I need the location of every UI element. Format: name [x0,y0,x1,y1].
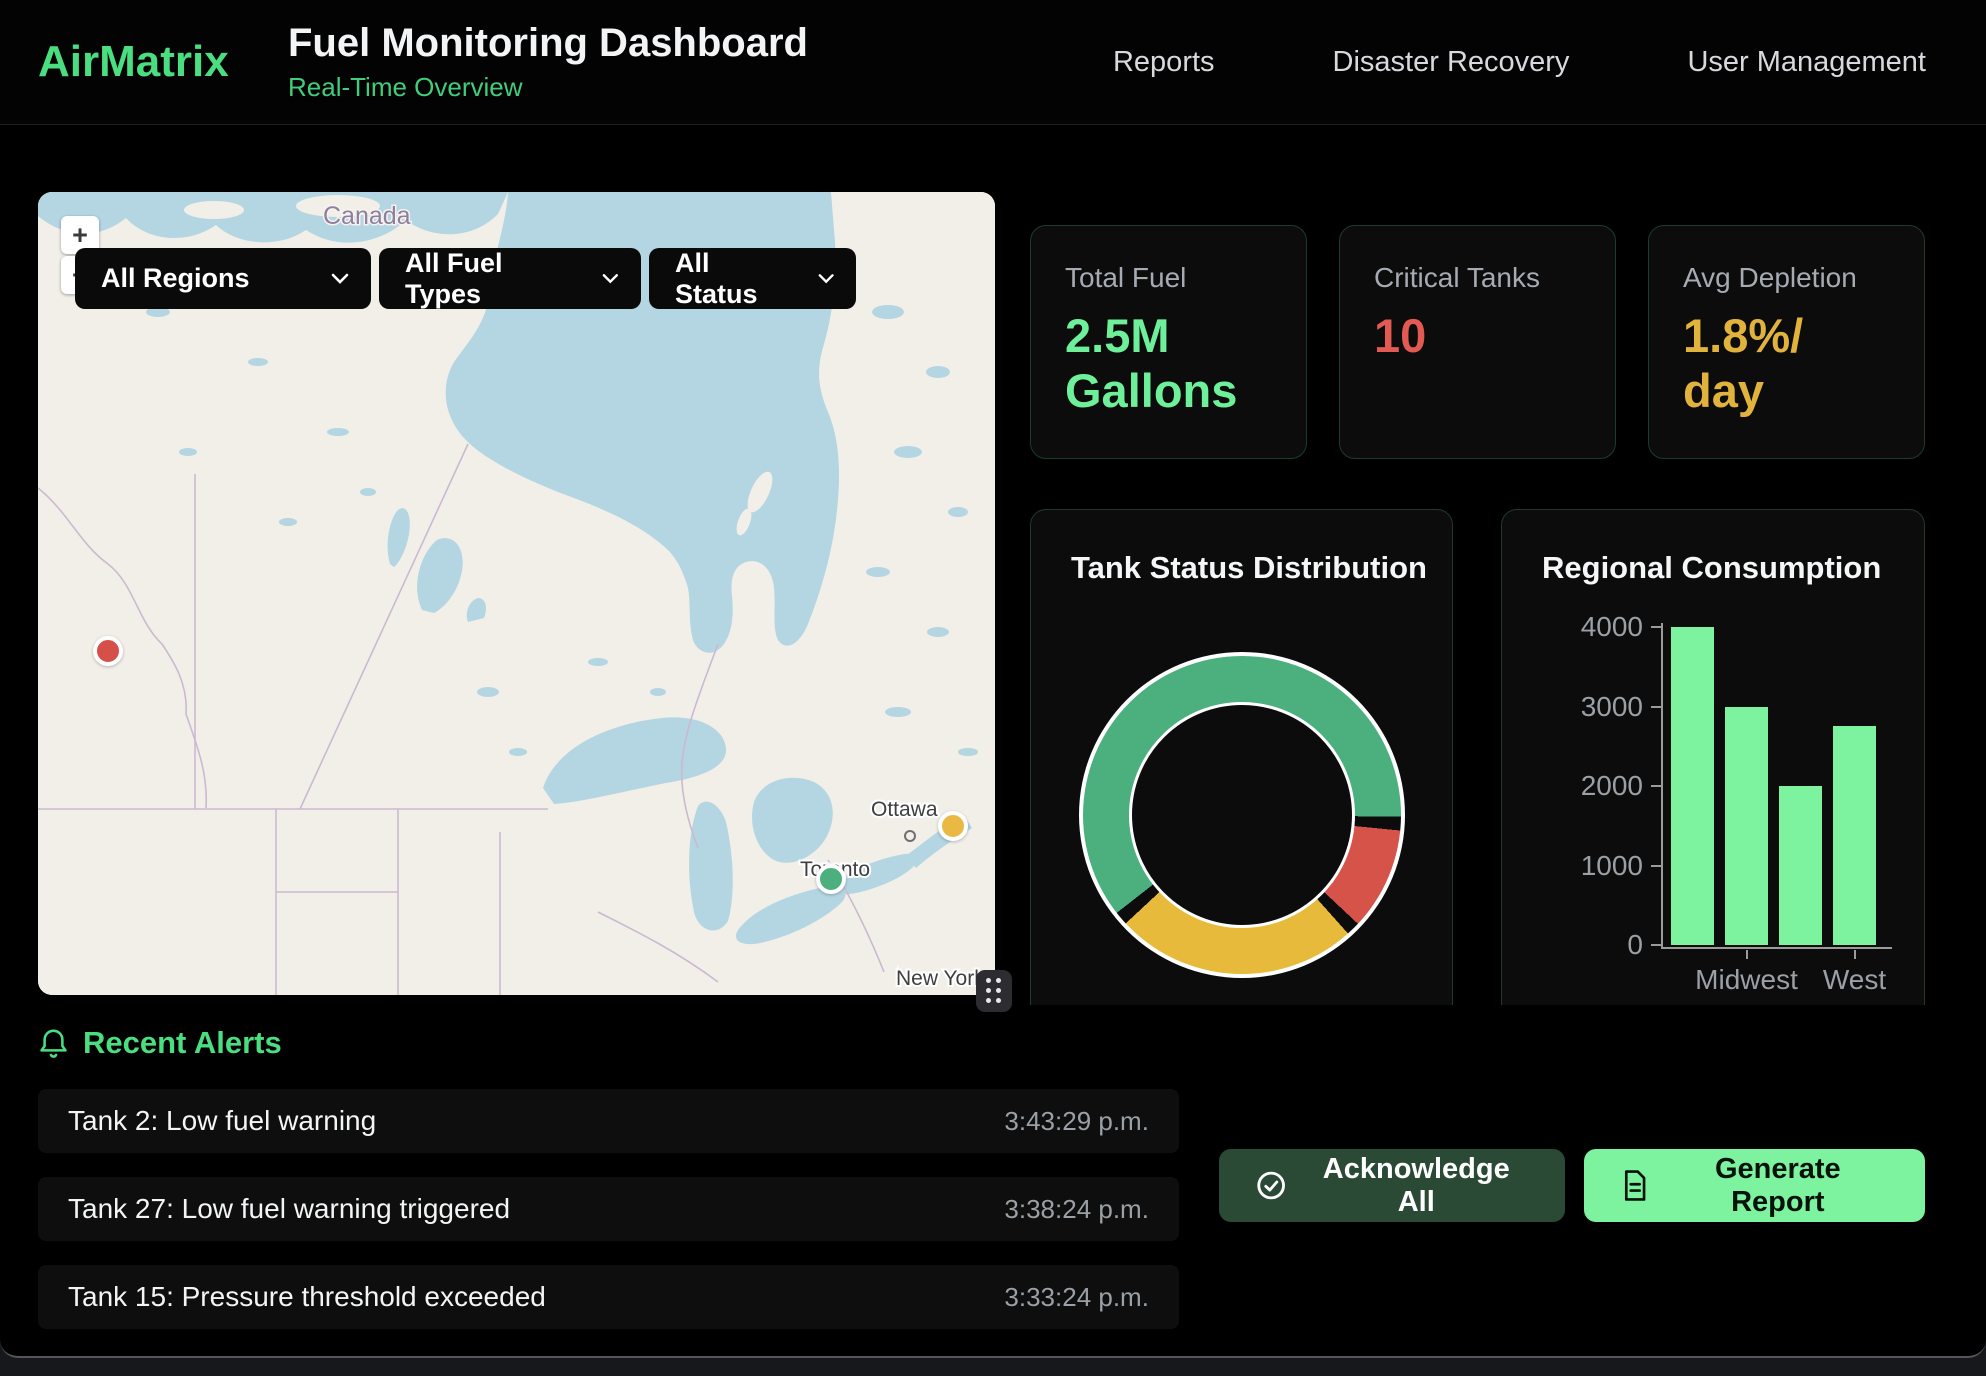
map-marker-warning[interactable] [938,811,968,841]
bar-1 [1725,707,1768,946]
chevron-down-icon [331,273,349,284]
acknowledge-all-label: Acknowledge All [1303,1153,1529,1219]
alert-row[interactable]: Tank 2: Low fuel warning 3:43:29 p.m. [38,1089,1179,1153]
charts-row: Tank Status Distribution Regional Consum… [1030,509,1925,1005]
recent-alerts-section: Recent Alerts Tank 2: Low fuel warning 3… [0,1025,1986,1329]
bar-0 [1671,627,1714,945]
bar-3 [1833,726,1876,945]
header: AirMatrix Fuel Monitoring Dashboard Real… [0,0,1986,125]
stat-label: Avg Depletion [1683,262,1890,294]
page-title: Fuel Monitoring Dashboard [288,21,808,66]
bar-2 [1779,786,1822,945]
alert-row[interactable]: Tank 27: Low fuel warning triggered 3:38… [38,1177,1179,1241]
map-panel: Canada Ottawa Toronto New York + − All R… [38,192,995,995]
status-filter-value: All Status [675,248,788,310]
bar-chart-x-axis-line [1661,947,1892,949]
main-nav: Reports Disaster Recovery User Managemen… [1113,46,1926,79]
tank-status-card: Tank Status Distribution [1030,509,1453,1005]
bar-chart-title: Regional Consumption [1542,550,1881,586]
brand-logo: AirMatrix [38,37,288,87]
bar-y-tick-label: 4000 [1581,611,1643,643]
app-window: AirMatrix Fuel Monitoring Dashboard Real… [0,0,1986,1358]
alert-timestamp: 3:33:24 p.m. [1004,1282,1149,1313]
page-subtitle: Real-Time Overview [288,72,808,103]
map-marker-critical[interactable] [93,636,123,666]
stat-value: 10 [1374,308,1581,363]
bar-chart-y-axis-line [1661,623,1663,949]
bar-y-tick-label: 3000 [1581,691,1643,723]
fuel-type-filter-value: All Fuel Types [405,248,572,310]
alert-text: Tank 27: Low fuel warning triggered [68,1193,510,1225]
bell-icon [38,1027,69,1060]
stat-card-total-fuel: Total Fuel 2.5M Gallons [1030,225,1307,459]
chevron-down-icon [602,273,619,284]
alerts-header: Recent Alerts [38,1025,1925,1061]
map-label-ottawa: Ottawa [871,798,938,821]
document-icon [1620,1169,1650,1202]
map-marker-normal[interactable] [816,864,846,894]
title-block: Fuel Monitoring Dashboard Real-Time Over… [288,21,808,103]
alert-list: Tank 2: Low fuel warning 3:43:29 p.m. Ta… [38,1089,1179,1329]
stat-card-avg-depletion: Avg Depletion 1.8%/ day [1648,225,1925,459]
donut-chart-title: Tank Status Distribution [1071,550,1427,586]
donut-chart [1079,652,1405,978]
alert-row[interactable]: Tank 15: Pressure threshold exceeded 3:3… [38,1265,1179,1329]
alert-timestamp: 3:43:29 p.m. [1004,1106,1149,1137]
stat-label: Critical Tanks [1374,262,1581,294]
alert-text: Tank 2: Low fuel warning [68,1105,376,1137]
check-circle-icon [1255,1169,1287,1202]
donut-hole [1129,702,1355,928]
regional-consumption-card: Regional Consumption 0 1000 2000 3000 4000 M… [1501,509,1925,1005]
bar-plot [1671,627,1883,945]
bar-x-label: West [1823,964,1886,996]
main-content: Canada Ottawa Toronto New York + − All R… [0,125,1986,1005]
bar-xlabels: MidwestWest [1671,950,1876,996]
map-label-canada: Canada [323,202,411,230]
generate-report-label: Generate Report [1667,1153,1889,1219]
fuel-type-filter-dropdown[interactable]: All Fuel Types [379,248,641,309]
map-label-new-york: New York [896,967,985,990]
map-canvas[interactable]: Canada Ottawa Toronto New York [38,192,995,995]
generate-report-button[interactable]: Generate Report [1584,1149,1925,1222]
status-filter-dropdown[interactable]: All Status [649,248,856,309]
chevron-down-icon [818,273,834,284]
bar-yaxis: 01000200030004000 [1502,627,1661,945]
alert-actions: Acknowledge All Generate Report [1219,1149,1925,1222]
acknowledge-all-button[interactable]: Acknowledge All [1219,1149,1565,1222]
stat-card-critical-tanks: Critical Tanks 10 [1339,225,1616,459]
region-filter-value: All Regions [101,263,250,294]
map-resize-handle[interactable] [976,970,1012,1012]
nav-user-management[interactable]: User Management [1687,46,1926,79]
map-filters: All Regions All Fuel Types All Status [75,248,856,309]
right-column: Total Fuel 2.5M Gallons Critical Tanks 1… [1030,225,1925,1005]
bar-y-tick-label: 1000 [1581,850,1643,882]
stat-value: 1.8%/ day [1683,308,1890,419]
bar-y-tick-label: 2000 [1581,770,1643,802]
alert-timestamp: 3:38:24 p.m. [1004,1194,1149,1225]
stat-label: Total Fuel [1065,262,1272,294]
stats-row: Total Fuel 2.5M Gallons Critical Tanks 1… [1030,225,1925,459]
donut-ring [1083,656,1401,974]
nav-disaster-recovery[interactable]: Disaster Recovery [1333,46,1570,79]
nav-reports[interactable]: Reports [1113,46,1215,79]
stat-value: 2.5M Gallons [1065,308,1272,419]
alerts-title: Recent Alerts [83,1025,282,1061]
alert-text: Tank 15: Pressure threshold exceeded [68,1281,546,1313]
map-viewport[interactable]: Canada Ottawa Toronto New York + − All R… [38,192,995,995]
alerts-body: Tank 2: Low fuel warning 3:43:29 p.m. Ta… [38,1089,1925,1329]
bar-y-tick-label: 0 [1627,929,1643,961]
region-filter-dropdown[interactable]: All Regions [75,248,371,309]
